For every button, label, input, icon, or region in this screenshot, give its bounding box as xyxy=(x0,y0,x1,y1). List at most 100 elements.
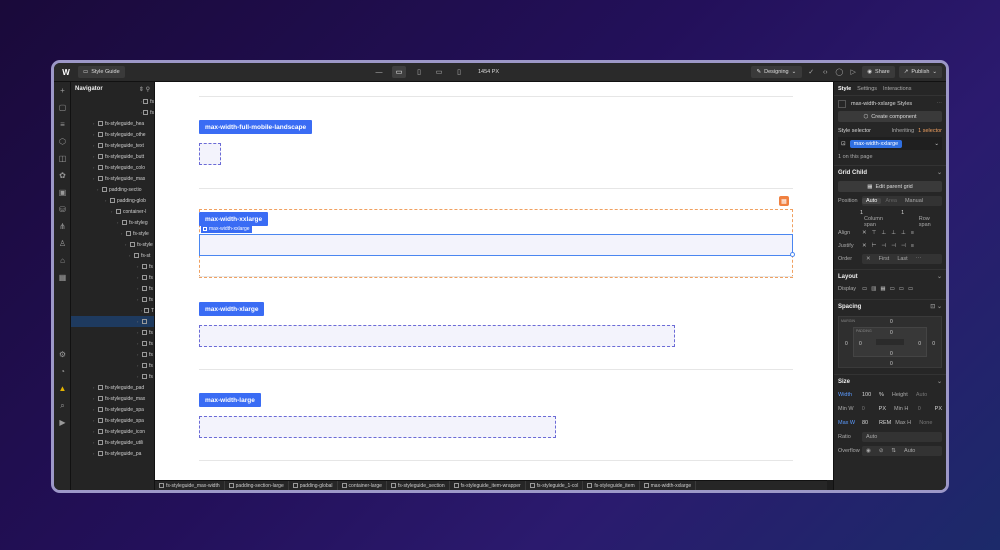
navigator-item[interactable]: › fs-styleguide_spa xyxy=(71,404,154,415)
pages-icon[interactable]: ▢ xyxy=(54,99,71,116)
pin-icon[interactable]: ⇕ ⚲ xyxy=(139,86,150,93)
navigator-item[interactable]: › T xyxy=(71,305,154,316)
breakpoint-mobile-icon[interactable]: ▯ xyxy=(452,66,466,78)
width-unit[interactable]: % xyxy=(879,392,884,398)
navigator-item[interactable]: › padding-sectio xyxy=(71,184,154,195)
navigator-item[interactable]: › padding-glob xyxy=(71,195,154,206)
comment-icon[interactable]: ◯ xyxy=(834,66,844,78)
min-width-unit[interactable]: PX xyxy=(879,406,886,412)
margin-right[interactable]: 0 xyxy=(932,341,935,347)
chevron-down-icon[interactable]: ⌄ xyxy=(937,169,942,176)
grid-settings-icon[interactable]: ▦ xyxy=(779,196,789,206)
position-manual[interactable]: Manual xyxy=(901,198,927,204)
column-span-input[interactable]: 1 xyxy=(860,210,863,216)
navigator-item[interactable]: › fs-styleguide_text xyxy=(71,140,154,151)
spacing-box[interactable]: MARGIN PADDING 0 0 0 0 0 0 0 0 xyxy=(838,316,942,368)
breadcrumb-item[interactable]: max-width-xxlarge xyxy=(640,481,697,490)
users-icon[interactable]: ♙ xyxy=(54,235,71,252)
overflow-auto[interactable]: Auto xyxy=(900,448,919,454)
position-auto[interactable]: Auto xyxy=(862,197,882,204)
chevron-down-icon[interactable]: ⌄ xyxy=(934,141,939,147)
navigator-item[interactable]: › fs-styleguide_max xyxy=(71,393,154,404)
navigator-item[interactable]: › fs-styleguide_pa xyxy=(71,448,154,459)
overflow-visible-icon[interactable]: ◉ xyxy=(862,448,875,454)
variables-icon[interactable]: ◫ xyxy=(54,150,71,167)
publish-button[interactable]: ↗ Publish ⌄ xyxy=(898,66,942,78)
max-height-input[interactable]: None xyxy=(919,420,932,426)
min-width-input[interactable]: 0 xyxy=(862,406,875,412)
padding-top[interactable]: 0 xyxy=(890,330,893,336)
navigator-icon[interactable]: ≡ xyxy=(54,116,71,133)
assets-icon[interactable]: ▣ xyxy=(54,184,71,201)
selector-state-icon[interactable]: ⊡ xyxy=(841,141,846,147)
navigator-item[interactable]: › fs xyxy=(71,283,154,294)
navigator-item[interactable]: › fs xyxy=(71,371,154,382)
navigator-item[interactable]: › fs xyxy=(71,261,154,272)
navigator-item[interactable]: › container-l xyxy=(71,206,154,217)
spacing-settings-icon[interactable]: ⊡ ⌄ xyxy=(930,303,942,310)
navigator-item[interactable]: › fs xyxy=(71,294,154,305)
add-icon[interactable]: + xyxy=(54,82,71,99)
width-input[interactable]: 100 xyxy=(862,392,875,398)
demo-box-xxlarge-selected[interactable] xyxy=(199,234,793,256)
overflow-scroll-icon[interactable]: ⇅ xyxy=(887,448,900,454)
display-options-icon[interactable]: ▭▥▦▭▭▭ xyxy=(862,286,917,292)
breadcrumb-item[interactable]: container-large xyxy=(338,481,387,490)
align-options-icon[interactable]: ✕⊤⊥⊥⊥≡ xyxy=(862,230,919,236)
padding-left[interactable]: 0 xyxy=(859,341,862,347)
justify-options-icon[interactable]: ✕⊢⊣⊣⊣≡ xyxy=(862,243,919,249)
code-icon[interactable]: ‹› xyxy=(820,66,830,78)
navigator-item[interactable]: › fs-styleguide_utili xyxy=(71,437,154,448)
breadcrumb-item[interactable]: padding-section-large xyxy=(225,481,289,490)
navigator-item[interactable]: › fs-styleguide_pad xyxy=(71,382,154,393)
breadcrumb-item[interactable]: padding-global xyxy=(289,481,338,490)
resize-handle[interactable] xyxy=(790,252,795,257)
video-icon[interactable]: ▶ xyxy=(54,414,71,431)
max-width-input[interactable]: 80 xyxy=(862,420,875,426)
navigator-item[interactable]: › fs-styleguide_othe xyxy=(71,129,154,140)
min-height-unit[interactable]: PX xyxy=(935,406,942,412)
cms-icon[interactable]: ⛁ xyxy=(54,201,71,218)
breadcrumb-item[interactable]: fs-styleguide_max-width xyxy=(155,481,225,490)
preview-icon[interactable]: ▷ xyxy=(848,66,858,78)
navigator-item[interactable]: › fs-styleguide_mas xyxy=(71,173,154,184)
margin-left[interactable]: 0 xyxy=(845,341,848,347)
navigator-item[interactable]: › fs-styleguide_hea xyxy=(71,118,154,129)
edit-parent-grid-button[interactable]: ▦ Edit parent grid xyxy=(838,181,942,192)
min-height-input[interactable]: 0 xyxy=(918,406,931,412)
navigator-item[interactable]: › fs xyxy=(71,272,154,283)
breadcrumb-item[interactable]: fs-styleguide_1-col xyxy=(526,481,584,490)
breakpoint-large-icon[interactable]: — xyxy=(372,66,386,78)
search-icon[interactable]: ⌕ xyxy=(54,397,71,414)
tab-style[interactable]: Style xyxy=(838,86,851,92)
tab-settings[interactable]: Settings xyxy=(857,86,877,92)
position-area[interactable]: Area xyxy=(881,198,901,204)
navigator-item[interactable]: › fs-styleg xyxy=(71,217,154,228)
warning-icon[interactable]: ▲ xyxy=(54,380,71,397)
navigator-item[interactable]: › fs xyxy=(71,338,154,349)
page-selector[interactable]: ▭ Style Guide xyxy=(78,66,125,78)
mode-dropdown[interactable]: ✎ Designing ⌄ xyxy=(750,66,803,78)
navigator-item[interactable]: › fs-styleguide_colo xyxy=(71,162,154,173)
chevron-down-icon[interactable]: ⌄ xyxy=(937,273,942,280)
navigator-item[interactable]: › fs-styleguide_icon xyxy=(71,426,154,437)
ecommerce-icon[interactable]: ⌂ xyxy=(54,252,71,269)
order-more-icon[interactable]: ⋯ xyxy=(912,256,926,262)
components-icon[interactable]: ⬡ xyxy=(54,133,71,150)
breakpoint-tablet-icon[interactable]: ▯ xyxy=(412,66,426,78)
breadcrumb-item[interactable]: fs-styleguide_item xyxy=(583,481,640,490)
demo-box-mobile-landscape[interactable] xyxy=(199,143,221,165)
navigator-item[interactable]: › fs xyxy=(71,327,154,338)
ratio-select[interactable]: Auto xyxy=(862,432,942,442)
breakpoint-desktop-icon[interactable]: ▭ xyxy=(392,66,406,78)
class-chip[interactable]: max-width-xxlarge xyxy=(849,139,903,148)
settings-icon[interactable]: ⚙ xyxy=(54,346,71,363)
chevron-down-icon[interactable]: ⌄ xyxy=(937,378,942,385)
order-none-icon[interactable]: ✕ xyxy=(862,256,875,262)
demo-box-large[interactable] xyxy=(199,416,556,438)
max-width-unit[interactable]: REM xyxy=(879,420,891,426)
row-span-input[interactable]: 1 xyxy=(901,210,904,216)
share-button[interactable]: ◉ Share xyxy=(862,66,895,78)
navigator-item[interactable]: › fs-styleguide_butt xyxy=(71,151,154,162)
create-component-button[interactable]: ⬡ Create component xyxy=(838,111,942,122)
